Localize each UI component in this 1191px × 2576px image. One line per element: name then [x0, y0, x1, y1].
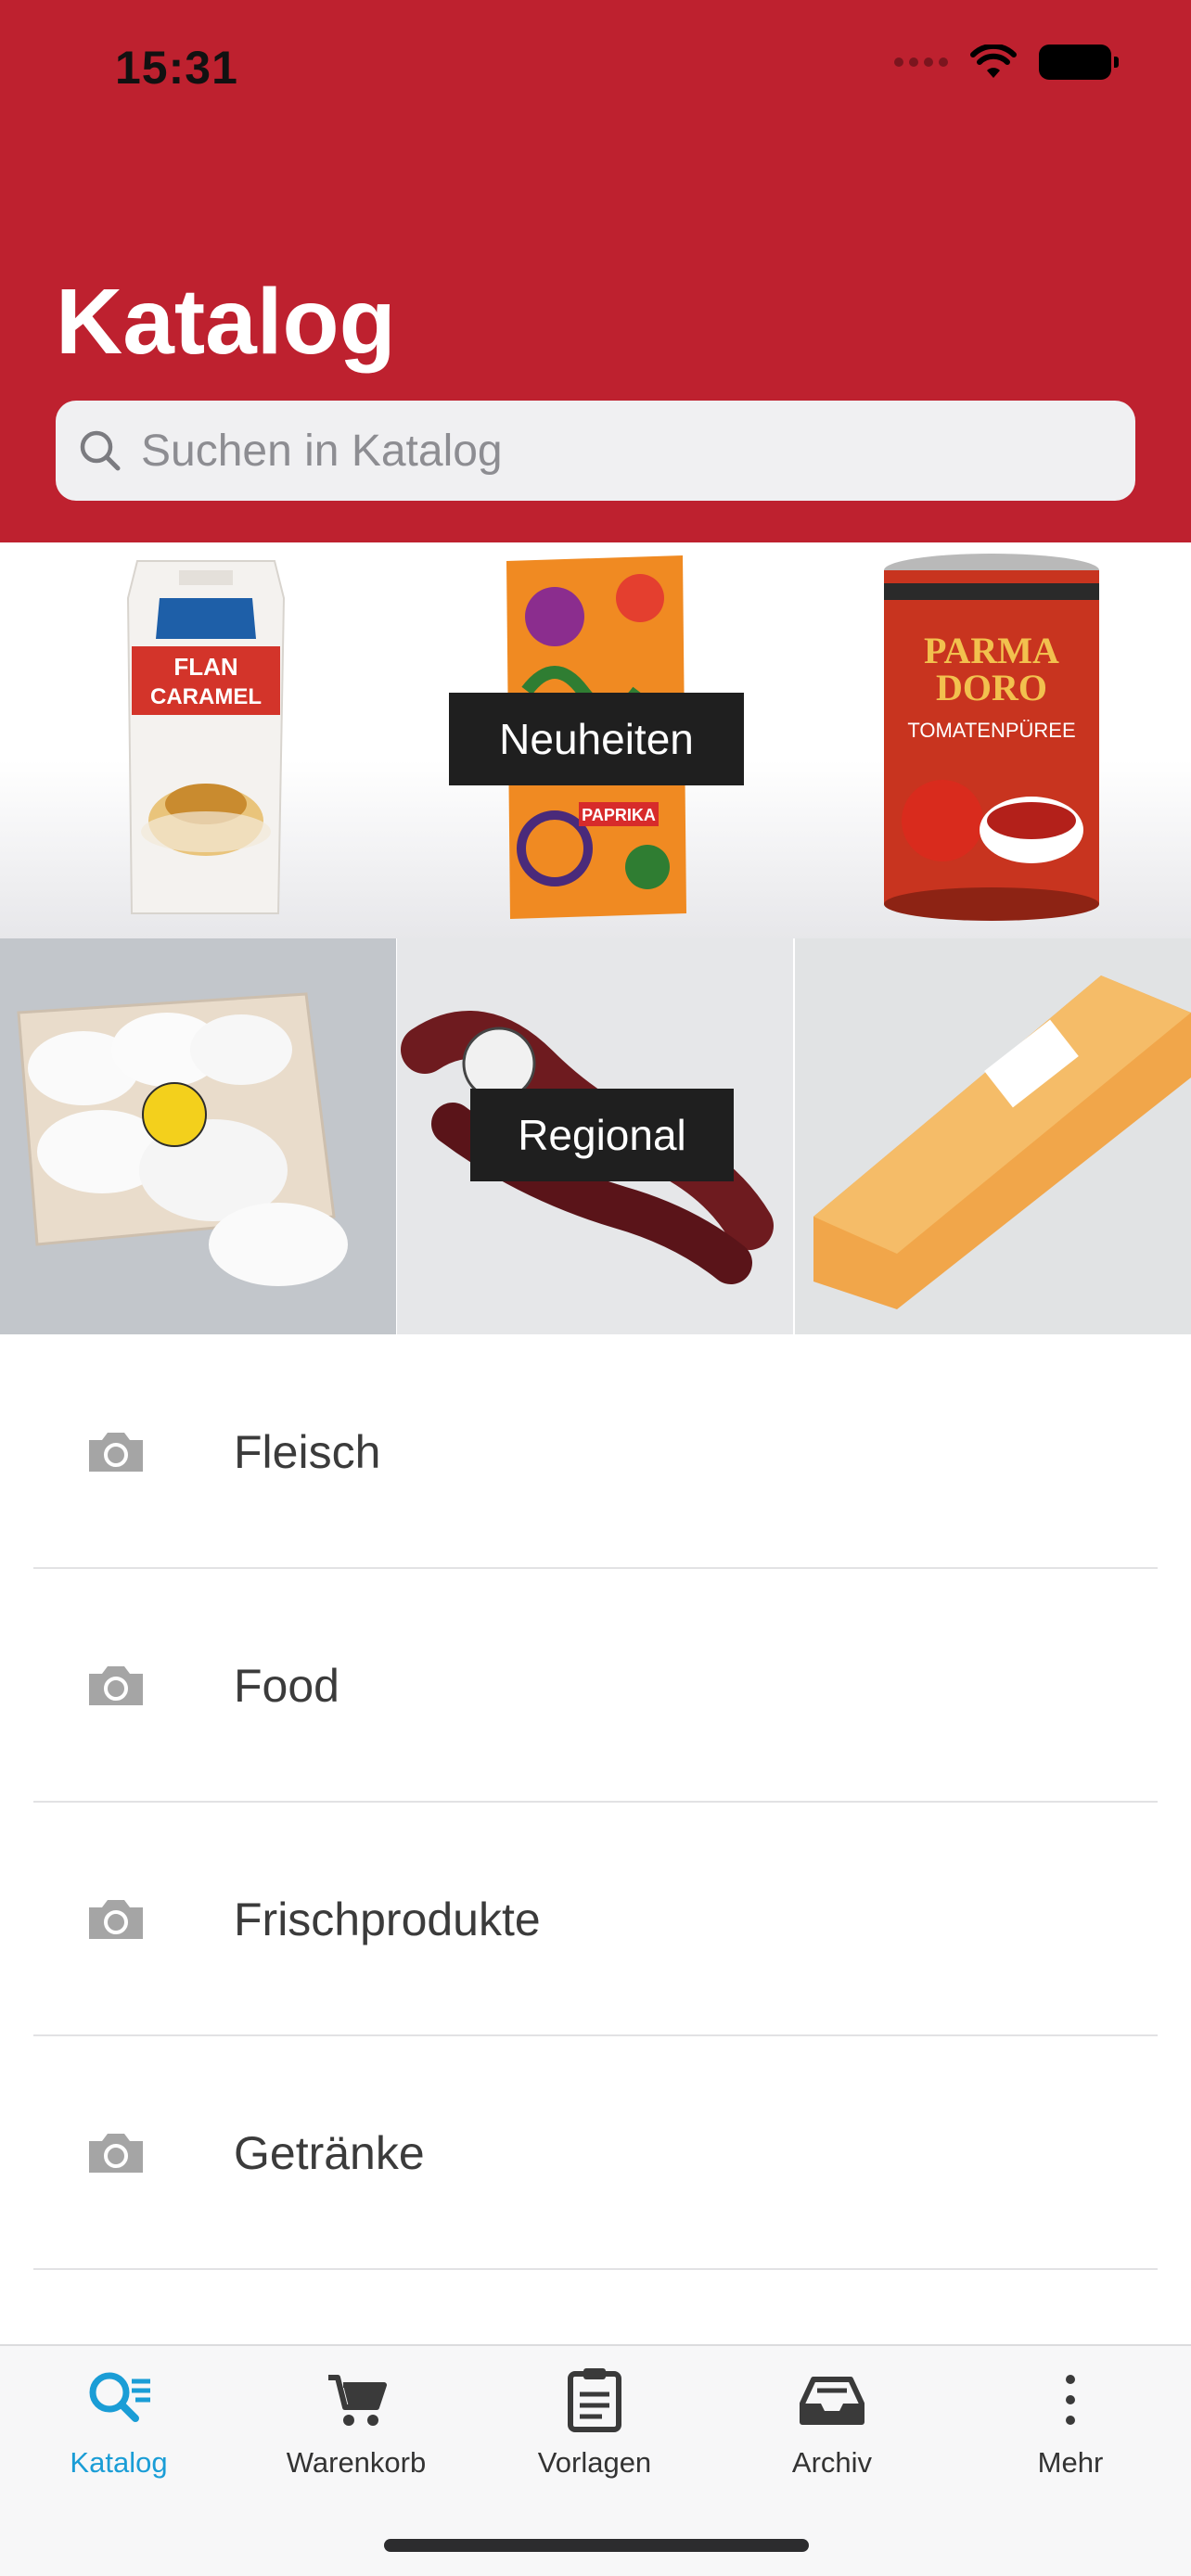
- product-image-parma-doro: PARMA DORO TOMATENPÜREE: [794, 542, 1190, 938]
- neuheiten-label: Neuheiten: [449, 693, 744, 785]
- regional-label: Regional: [470, 1089, 734, 1181]
- product-image-flan-caramel: FLAN CARAMEL: [0, 542, 396, 938]
- search-input[interactable]: [141, 425, 1069, 477]
- tab-vorlagen[interactable]: Vorlagen: [502, 2365, 687, 2480]
- category-item-fleisch[interactable]: Fleisch: [0, 1335, 1191, 1569]
- home-indicator[interactable]: [384, 2539, 809, 2552]
- tab-mehr[interactable]: Mehr: [978, 2365, 1163, 2480]
- category-label: Fleisch: [234, 1426, 381, 1478]
- tab-katalog[interactable]: Katalog: [26, 2365, 211, 2480]
- category-item-food[interactable]: Food: [0, 1569, 1191, 1803]
- tab-label: Archiv: [791, 2446, 873, 2479]
- svg-text:CARAMEL: CARAMEL: [150, 684, 262, 709]
- search-icon: [80, 430, 121, 471]
- tab-warenkorb[interactable]: Warenkorb: [263, 2365, 449, 2480]
- status-time: 15:31: [115, 42, 238, 94]
- search-bar[interactable]: [56, 401, 1135, 501]
- svg-text:TOMATENPÜREE: TOMATENPÜREE: [907, 719, 1075, 742]
- cart-icon: [328, 2375, 387, 2426]
- camera-icon: [89, 1433, 143, 1472]
- tab-label: Warenkorb: [286, 2446, 427, 2479]
- archive-tray-icon: [800, 2377, 864, 2425]
- featured-regional-tile[interactable]: Regional: [0, 938, 1191, 1334]
- cellular-signal-icon: [894, 57, 948, 67]
- category-item-frischprodukte[interactable]: Frischprodukte: [0, 1803, 1191, 2036]
- product-image-meringues: [0, 938, 396, 1334]
- product-image-cheese-block: [795, 938, 1191, 1334]
- catalog-search-icon: [89, 2372, 150, 2422]
- clipboard-icon: [568, 2368, 621, 2432]
- header: 15:31 Katalog: [0, 0, 1191, 542]
- camera-icon: [89, 1666, 143, 1705]
- category-label: Frischprodukte: [234, 1894, 541, 1945]
- svg-text:PARMA: PARMA: [924, 630, 1059, 671]
- svg-text:PAPRIKA: PAPRIKA: [582, 806, 656, 824]
- tab-archiv[interactable]: Archiv: [739, 2365, 925, 2480]
- category-label: Getränke: [234, 2127, 425, 2179]
- page-title: Katalog: [56, 270, 396, 374]
- tab-label: Katalog: [70, 2446, 168, 2479]
- category-item-getraenke[interactable]: Getränke: [0, 2036, 1191, 2270]
- featured-neuheiten-tile[interactable]: FLAN CARAMEL PAPRIKA PARMA DORO TOMATENP: [0, 542, 1191, 938]
- camera-icon: [89, 2134, 143, 2173]
- status-icons: [894, 45, 1119, 80]
- camera-icon: [89, 1900, 143, 1939]
- category-list: Fleisch Food Frischprodukte Getränke: [0, 1335, 1191, 2270]
- tab-label: Vorlagen: [537, 2446, 652, 2479]
- more-vertical-icon: [1066, 2375, 1075, 2425]
- tab-label: Mehr: [1037, 2446, 1104, 2479]
- svg-text:DORO: DORO: [936, 667, 1047, 708]
- category-label: Food: [234, 1660, 339, 1712]
- battery-icon: [1039, 45, 1119, 80]
- wifi-icon: [970, 45, 1017, 78]
- svg-text:FLAN: FLAN: [173, 653, 237, 681]
